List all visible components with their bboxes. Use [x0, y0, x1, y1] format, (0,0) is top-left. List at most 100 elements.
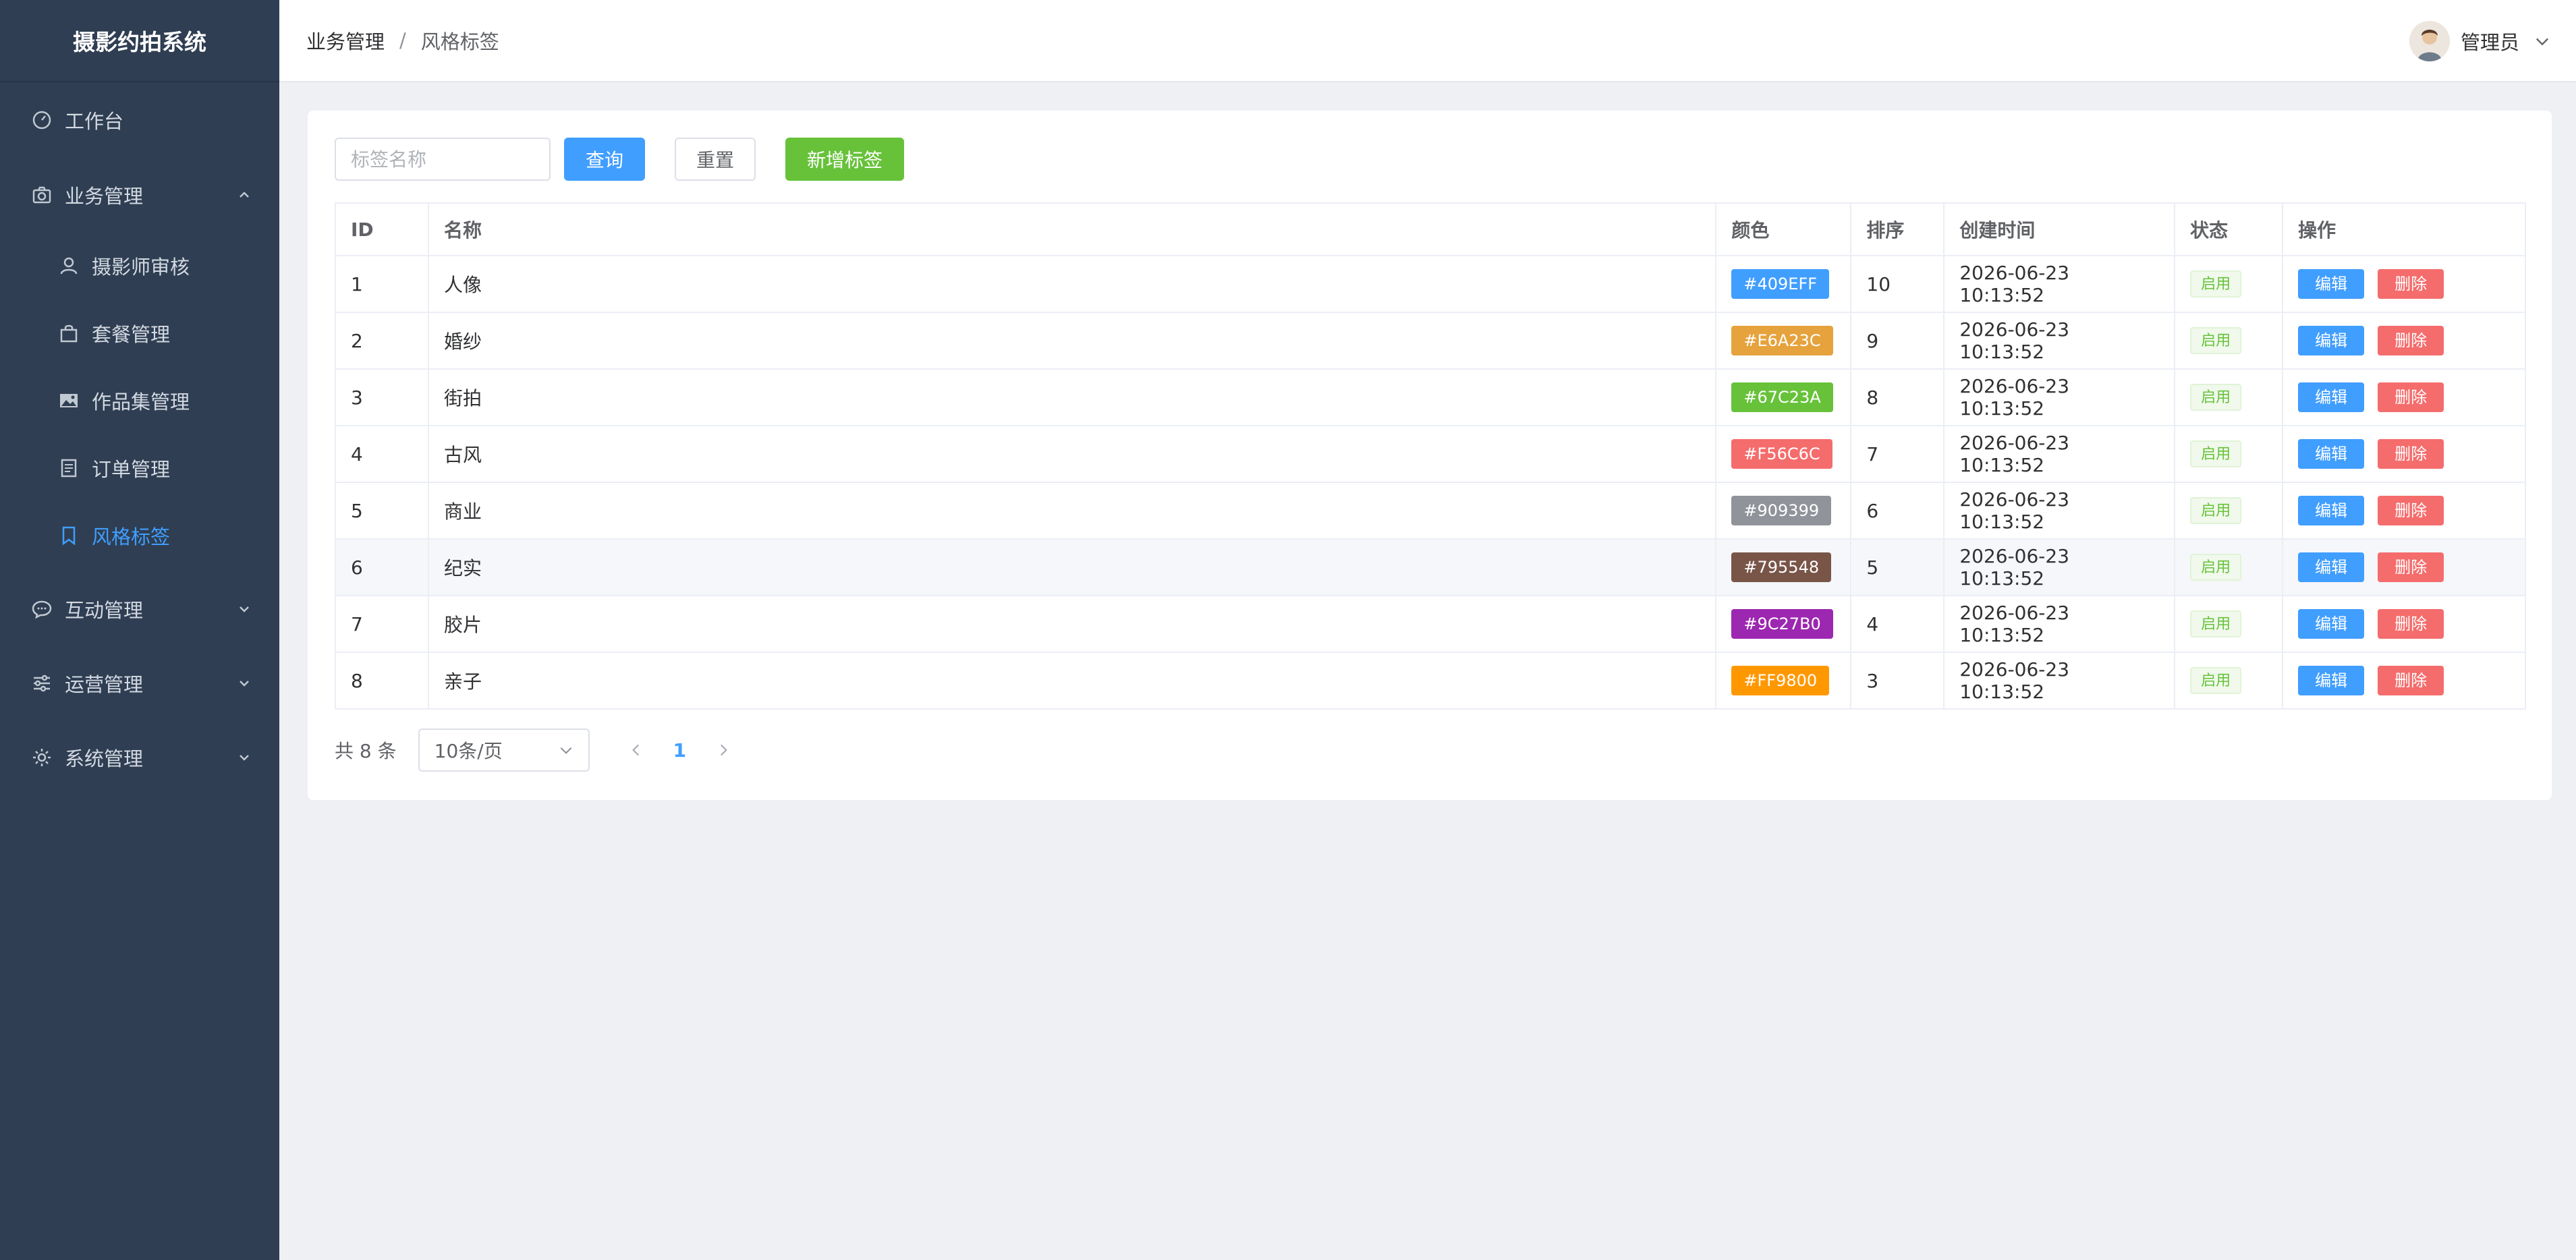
- cell-id: 8: [335, 652, 429, 710]
- breadcrumb: 业务管理 / 风格标签: [306, 26, 499, 55]
- cell-status: 启用: [2174, 425, 2284, 483]
- prev-page-icon[interactable]: [627, 741, 645, 759]
- sidebar-item-photographer-review[interactable]: 摄影师审核: [0, 232, 279, 299]
- camera-icon: [30, 183, 54, 207]
- column-header: 创建时间: [1943, 202, 2176, 256]
- delete-button[interactable]: 删除: [2378, 382, 2444, 412]
- delete-button[interactable]: 删除: [2378, 552, 2444, 582]
- cell-created: 2026-06-23 10:13:52: [1943, 538, 2176, 596]
- column-header: 操作: [2282, 202, 2526, 256]
- chevron-down-icon: [240, 755, 249, 761]
- sidebar-item-packages[interactable]: 套餐管理: [0, 299, 279, 367]
- cell-created: 2026-06-23 10:13:52: [1943, 482, 2176, 540]
- chevron-down-icon: [240, 606, 249, 612]
- query-button[interactable]: 查询: [564, 138, 645, 181]
- page-number-current[interactable]: 1: [673, 739, 686, 762]
- sidebar-item-label: 订单管理: [92, 458, 171, 481]
- cell-color: #E6A23C: [1715, 312, 1852, 370]
- page-size-select[interactable]: 10条/页: [418, 728, 590, 772]
- cell-created: 2026-06-23 10:13:52: [1943, 595, 2176, 653]
- cell-sort: 6: [1850, 482, 1945, 540]
- edit-button[interactable]: 编辑: [2298, 496, 2365, 525]
- cell-color: #795548: [1715, 538, 1852, 596]
- delete-button[interactable]: 删除: [2378, 326, 2444, 355]
- cell-sort: 10: [1850, 255, 1945, 313]
- chevron-down-icon: [2536, 38, 2548, 46]
- cell-color: #F56C6C: [1715, 425, 1852, 483]
- cell-status: 启用: [2174, 538, 2284, 596]
- cell-name: 人像: [427, 255, 1717, 313]
- cell-name: 商业: [427, 482, 1717, 540]
- edit-button[interactable]: 编辑: [2298, 609, 2365, 639]
- sidebar-item-system[interactable]: 系统管理: [0, 720, 279, 795]
- cell-actions: 编辑 删除: [2282, 595, 2526, 653]
- sidebar-item-dashboard[interactable]: 工作台: [0, 82, 279, 158]
- column-header: 排序: [1850, 202, 1945, 256]
- status-badge: 启用: [2190, 270, 2242, 297]
- delete-button[interactable]: 删除: [2378, 496, 2444, 525]
- cell-actions: 编辑 删除: [2282, 312, 2526, 370]
- edit-button[interactable]: 编辑: [2298, 382, 2365, 412]
- sidebar-item-label: 系统管理: [65, 747, 144, 770]
- reset-button[interactable]: 重置: [675, 138, 756, 181]
- cell-name: 亲子: [427, 652, 1717, 710]
- edit-button[interactable]: 编辑: [2298, 439, 2365, 469]
- color-tag: #409EFF: [1731, 269, 1830, 299]
- column-header: 颜色: [1715, 202, 1852, 256]
- delete-button[interactable]: 删除: [2378, 269, 2444, 299]
- table-row: 1 人像 #409EFF 10 2026-06-23 10:13:52 启用 编辑 删除: [335, 255, 2526, 313]
- table-header: ID 名称 颜色 排序 创建时间 状态 操作: [335, 202, 2526, 256]
- table-row: 8 亲子 #FF9800 3 2026-06-23 10:13:52 启用 编辑 删除: [335, 652, 2526, 710]
- sidebar-item-portfolio[interactable]: 作品集管理: [0, 367, 279, 434]
- cell-status: 启用: [2174, 652, 2284, 710]
- delete-button[interactable]: 删除: [2378, 609, 2444, 639]
- chat-icon: [30, 597, 54, 621]
- cell-id: 5: [335, 482, 429, 540]
- edit-button[interactable]: 编辑: [2298, 326, 2365, 355]
- sidebar-item-business[interactable]: 业务管理: [0, 158, 279, 232]
- add-tag-button[interactable]: 新增标签: [785, 138, 904, 181]
- bookmark-icon: [57, 523, 81, 548]
- delete-button[interactable]: 删除: [2378, 439, 2444, 469]
- cell-sort: 4: [1850, 595, 1945, 653]
- cell-status: 启用: [2174, 482, 2284, 540]
- edit-button[interactable]: 编辑: [2298, 666, 2365, 695]
- chevron-up-icon: [240, 192, 249, 198]
- status-badge: 启用: [2190, 497, 2242, 524]
- table-row: 4 古风 #F56C6C 7 2026-06-23 10:13:52 启用 编辑 删除: [335, 425, 2526, 483]
- delete-button[interactable]: 删除: [2378, 666, 2444, 695]
- edit-button[interactable]: 编辑: [2298, 552, 2365, 582]
- cell-sort: 7: [1850, 425, 1945, 483]
- cell-created: 2026-06-23 10:13:52: [1943, 652, 2176, 710]
- document-icon: [57, 456, 81, 480]
- sidebar-item-label: 风格标签: [92, 525, 171, 548]
- sidebar-item-style-tags[interactable]: 风格标签: [0, 502, 279, 569]
- search-toolbar: 查询 重置 新增标签: [335, 138, 904, 181]
- cell-color: #FF9800: [1715, 652, 1852, 710]
- color-tag: #F56C6C: [1731, 439, 1832, 469]
- top-header: 业务管理 / 风格标签 管理员: [279, 0, 2576, 82]
- cell-color: #67C23A: [1715, 368, 1852, 426]
- status-badge: 启用: [2190, 440, 2242, 467]
- cell-id: 7: [335, 595, 429, 653]
- picture-icon: [57, 389, 81, 413]
- sidebar: 摄影约拍系统 工作台 业务管理 摄影师审核 套餐管理 作品集管理 订单管理 风格…: [0, 0, 279, 1260]
- pagination: 共 8 条 10条/页 1: [335, 728, 732, 772]
- column-header: 名称: [427, 202, 1717, 256]
- cell-status: 启用: [2174, 312, 2284, 370]
- sidebar-item-interaction[interactable]: 互动管理: [0, 572, 279, 646]
- sidebar-item-orders[interactable]: 订单管理: [0, 434, 279, 502]
- cell-created: 2026-06-23 10:13:52: [1943, 368, 2176, 426]
- cell-created: 2026-06-23 10:13:52: [1943, 255, 2176, 313]
- cell-status: 启用: [2174, 255, 2284, 313]
- page-size-value: 10条/页: [434, 740, 503, 762]
- user-menu[interactable]: 管理员: [2409, 0, 2552, 82]
- edit-button[interactable]: 编辑: [2298, 269, 2365, 299]
- cell-actions: 编辑 删除: [2282, 255, 2526, 313]
- color-tag: #9C27B0: [1731, 609, 1833, 639]
- sidebar-item-operations[interactable]: 运营管理: [0, 646, 279, 720]
- breadcrumb-item[interactable]: 业务管理: [306, 26, 385, 55]
- tag-name-input[interactable]: [335, 138, 551, 181]
- shopping-bag-icon: [57, 321, 81, 345]
- next-page-icon[interactable]: [715, 741, 732, 759]
